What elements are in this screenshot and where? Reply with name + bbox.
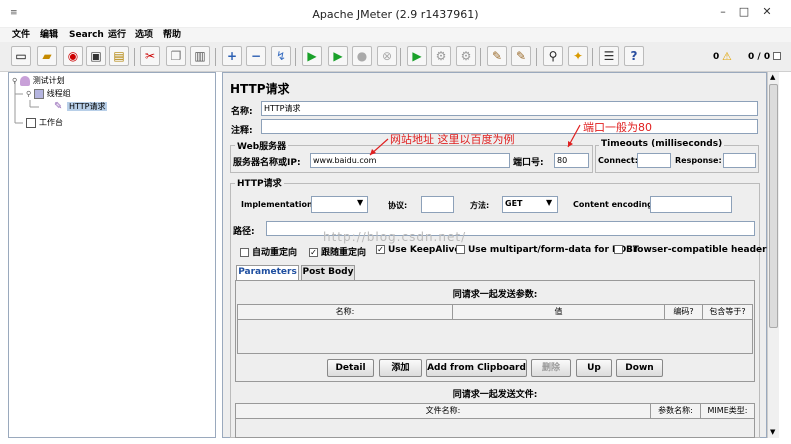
new-icon[interactable]: ▭ — [11, 46, 31, 66]
tree-item-workbench[interactable]: 工作台 — [26, 117, 63, 129]
stop-icon[interactable]: ● — [352, 46, 372, 66]
sampler-icon: ✎ — [54, 100, 63, 112]
toolbar: ▭ ▰ ◉ ▣ ▤ ✂ ❐ ▥ + − ↯ ▶ ▶ ● ⊗ ▶ ⚙ ⚙ ✎ ✎ … — [0, 42, 791, 72]
vertical-scrollbar[interactable]: ▲ ▼ — [767, 72, 779, 438]
reset-search-icon[interactable]: ✦ — [568, 46, 588, 66]
toolbar-separator — [215, 48, 216, 66]
window-title: Apache JMeter (2.9 r1437961) — [312, 8, 479, 21]
tree-item-http-request[interactable]: ✎ HTTP请求 — [54, 100, 108, 113]
thread-group-icon — [33, 88, 44, 99]
menu-edit[interactable]: 编辑 — [38, 28, 60, 42]
node-toggle-icon[interactable]: ⚲ — [12, 77, 17, 85]
annotation-arrows — [369, 124, 581, 156]
help-icon[interactable]: ? — [624, 46, 644, 66]
scroll-up-icon[interactable]: ▲ — [770, 73, 775, 81]
shutdown-icon[interactable]: ⊗ — [377, 46, 397, 66]
title-bar: ≡ Apache JMeter (2.9 r1437961) – □ ✕ — [0, 0, 791, 28]
toolbar-separator — [134, 48, 135, 66]
toolbar-separator — [592, 48, 593, 66]
remote-stop-icon[interactable]: ⚙ — [431, 46, 451, 66]
minimize-button[interactable]: – — [712, 4, 734, 20]
workbench-icon — [26, 117, 36, 128]
sampler-panel: HTTP请求 名称: HTTP请求 注释: Web服务器 服务器名称或IP: w… — [222, 72, 772, 438]
open-recent-icon[interactable]: ◉ — [63, 46, 83, 66]
error-count: 0 — [713, 52, 720, 62]
expand-icon[interactable]: + — [222, 46, 242, 66]
close-button[interactable]: ✕ — [756, 4, 778, 20]
watermark: http://blog.csdn.net/ — [323, 230, 467, 244]
tree-label: 工作台 — [39, 118, 63, 127]
running-indicator — [773, 52, 781, 60]
search-icon[interactable]: ⚲ — [543, 46, 563, 66]
toolbar-separator — [536, 48, 537, 66]
function-helper-icon[interactable]: ☰ — [599, 46, 619, 66]
tree-label: 线程组 — [46, 89, 71, 98]
tree-label: 测试计划 — [32, 76, 65, 85]
copy-icon[interactable]: ❐ — [166, 46, 186, 66]
paste-icon[interactable]: ▥ — [190, 46, 210, 66]
menu-file[interactable]: 文件 — [10, 28, 32, 42]
collapse-icon[interactable]: − — [246, 46, 266, 66]
warning-icon[interactable]: ⚠ — [722, 50, 732, 63]
toolbar-separator — [400, 48, 401, 66]
menu-bar: 文件 编辑 Search 运行 选项 帮助 — [0, 28, 791, 42]
test-plan-tree: ⚲ 测试计划 ⚲ 线程组 ✎ HTTP请求 工作台 — [8, 72, 216, 438]
test-plan-icon — [19, 75, 30, 86]
start-no-pause-icon[interactable]: ▶ — [328, 46, 348, 66]
menu-search[interactable]: Search — [67, 28, 106, 42]
thread-count: 0 / 0 — [748, 52, 771, 62]
clear-icon[interactable]: ✎ — [487, 46, 507, 66]
menu-options[interactable]: 选项 — [133, 28, 155, 42]
tree-item-test-plan[interactable]: ⚲ 测试计划 — [12, 75, 65, 87]
remote-exit-icon[interactable]: ⚙ — [456, 46, 476, 66]
remote-start-icon[interactable]: ▶ — [407, 46, 427, 66]
scroll-down-icon[interactable]: ▼ — [770, 428, 775, 436]
toolbar-separator — [295, 48, 296, 66]
open-icon[interactable]: ▰ — [37, 46, 57, 66]
scroll-thumb[interactable] — [769, 84, 778, 328]
clear-all-icon[interactable]: ✎ — [511, 46, 531, 66]
maximize-button[interactable]: □ — [733, 4, 755, 20]
save-as-icon[interactable]: ▤ — [109, 46, 129, 66]
toggle-icon[interactable]: ↯ — [271, 46, 291, 66]
cut-icon[interactable]: ✂ — [140, 46, 160, 66]
menu-help[interactable]: 帮助 — [161, 28, 183, 42]
tree-item-thread-group[interactable]: ⚲ 线程组 — [26, 88, 71, 100]
toolbar-separator — [480, 48, 481, 66]
node-toggle-icon[interactable]: ⚲ — [26, 90, 31, 98]
tree-label: HTTP请求 — [67, 102, 108, 111]
save-icon[interactable]: ▣ — [86, 46, 106, 66]
menu-run[interactable]: 运行 — [106, 28, 128, 42]
start-icon[interactable]: ▶ — [302, 46, 322, 66]
